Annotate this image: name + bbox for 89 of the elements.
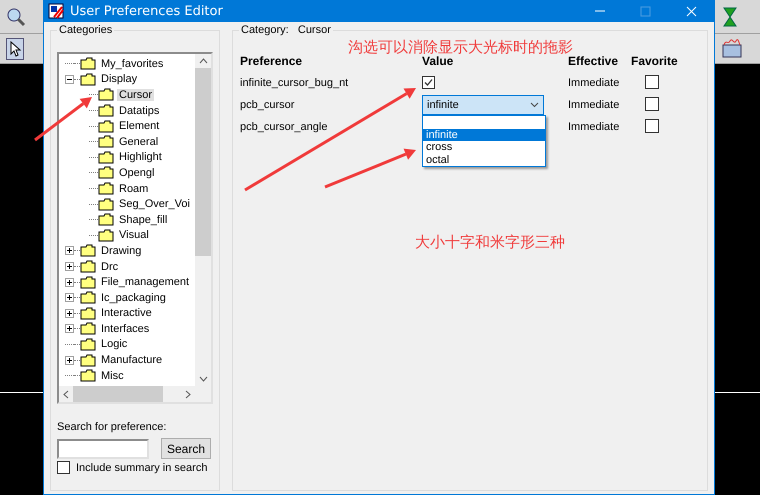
tree-item[interactable]: Roam (117, 182, 150, 195)
folder-icon (98, 213, 114, 226)
folder-icon (98, 104, 114, 118)
search-field[interactable] (57, 438, 149, 458)
effective-cell-text: Immediate (568, 77, 620, 89)
folder-icon (80, 276, 96, 289)
group-title: Categories (57, 24, 114, 36)
window-title: User Preferences Editor (70, 4, 224, 18)
expand-icon[interactable] (65, 324, 74, 334)
tree-item[interactable]: Interactive (99, 307, 154, 320)
preference-name: infinite_cursor_bug_nt (240, 77, 350, 89)
scrollbar-thumb[interactable] (73, 386, 163, 402)
folder-icon (98, 88, 114, 102)
expand-icon[interactable] (65, 293, 74, 302)
folder-icon (80, 354, 96, 367)
app-logo-icon (48, 3, 64, 19)
search-label: Search for preference: (57, 421, 168, 433)
expand-icon[interactable] (65, 278, 74, 287)
column-header: Preference (240, 54, 304, 68)
tree-item[interactable]: File_management (99, 276, 192, 288)
tree-item[interactable]: Highlight (117, 151, 164, 164)
effective-cell-text: Immediate (568, 99, 620, 111)
column-header: Effective (568, 54, 620, 68)
checkbox[interactable] (57, 461, 70, 474)
preference-name: pcb_cursor (240, 99, 296, 111)
folder-icon (98, 150, 114, 164)
folder-icon (80, 369, 96, 382)
folder-icon (98, 182, 114, 196)
expand-icon[interactable] (65, 356, 74, 365)
folder-icon (98, 166, 114, 180)
maximize-icon (640, 6, 650, 16)
tree-item[interactable]: Datatips (117, 104, 162, 117)
column-header: Value (422, 54, 454, 68)
tree-item[interactable]: Display (99, 73, 140, 86)
dropdown-option[interactable]: cross (423, 141, 545, 154)
effective-cell-text: Immediate (568, 121, 620, 133)
expand-icon[interactable] (65, 246, 74, 256)
tree-item[interactable]: Shape_fill (117, 214, 170, 226)
tree-item[interactable]: Visual (117, 229, 151, 242)
search-button[interactable]: Search (161, 438, 212, 459)
category-label: Category: Cursor (239, 24, 333, 36)
tree-item[interactable]: Interfaces (99, 322, 152, 335)
folder-icon (80, 338, 96, 351)
collapse-icon[interactable] (65, 74, 74, 84)
hourglass-icon[interactable] (721, 6, 739, 26)
tree-item[interactable]: Logic (99, 338, 130, 350)
column-header: Favorite (631, 54, 679, 68)
annotation-text: 大小十字和米字形三种 (415, 233, 565, 252)
expand-icon[interactable] (65, 308, 74, 318)
pointer-icon[interactable] (6, 38, 24, 60)
scrollbar-thumb[interactable] (195, 68, 211, 256)
folder-icon (80, 260, 96, 274)
favorite-checkbox[interactable] (645, 118, 659, 132)
checkbox-label: Include summary in search (76, 462, 208, 474)
magnifier-icon[interactable] (6, 6, 26, 26)
tree-item[interactable]: Misc (99, 370, 126, 382)
folder-icon (80, 306, 96, 320)
expand-icon[interactable] (65, 262, 74, 272)
folder-icon (98, 228, 114, 242)
close-icon (686, 6, 696, 16)
preference-name: pcb_cursor_angle (240, 121, 328, 133)
tree-item[interactable]: Manufacture (99, 354, 164, 366)
chevron-down-icon (530, 102, 539, 108)
tree-item[interactable]: Element (117, 120, 162, 132)
tree-item[interactable]: Drc (99, 260, 120, 273)
horizontal-scrollbar[interactable] (59, 386, 195, 402)
folder-icon (80, 322, 96, 336)
tree-item[interactable]: Ic_packaging (99, 292, 168, 304)
checkbox[interactable] (422, 76, 435, 89)
folder-icon (98, 135, 114, 148)
tree-item[interactable]: Drawing (99, 244, 144, 257)
tree-item[interactable]: Seg_Over_Voi (117, 198, 192, 210)
dropdown-option[interactable]: octal (423, 154, 545, 166)
folder-icon (80, 244, 96, 258)
folder-icon (80, 72, 96, 86)
folder-icon (80, 57, 96, 70)
annotation-text: 沟选可以消除显示大光标时的拖影 (348, 38, 573, 56)
folder-icon (80, 291, 96, 304)
favorite-checkbox[interactable] (645, 96, 659, 110)
tree-item[interactable]: General (117, 136, 160, 148)
folder-icon (98, 120, 114, 133)
favorite-checkbox[interactable] (645, 74, 659, 88)
folder-icon (98, 198, 114, 211)
tree-item[interactable]: Cursor (117, 88, 154, 101)
tree-item[interactable]: Opengl (117, 166, 156, 179)
dropdown-option[interactable]: infinite (423, 128, 545, 141)
vertical-scrollbar[interactable] (195, 54, 211, 386)
annotation-arrow (34, 97, 92, 142)
tree-item[interactable]: My_favorites (99, 58, 166, 70)
